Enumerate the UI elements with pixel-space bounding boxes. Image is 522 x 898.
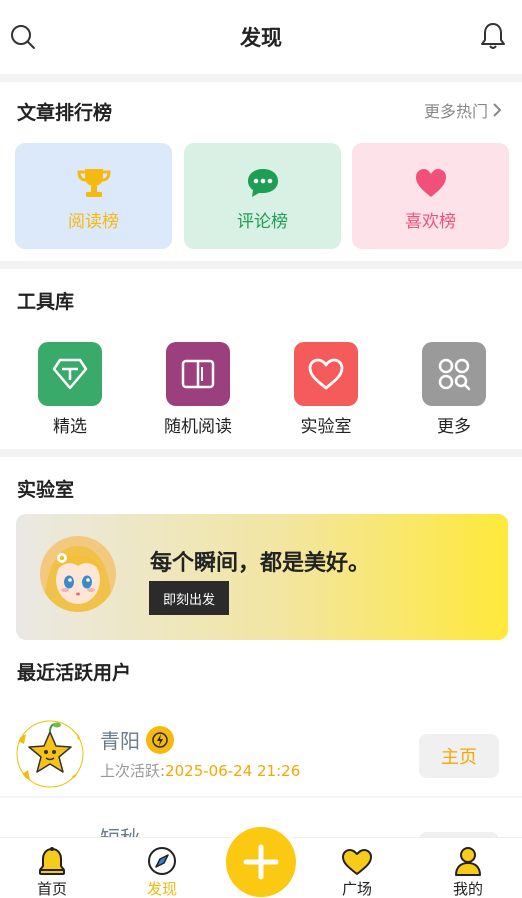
tool-lab[interactable]: 实验室: [276, 342, 376, 437]
user-avatar: [16, 720, 84, 788]
go-button[interactable]: 即刻出发: [149, 581, 229, 615]
tools-title: 工具库: [17, 291, 75, 313]
diamond-icon: [52, 358, 88, 390]
rankings-title: 文章排行榜: [17, 102, 113, 124]
user-name: 短秋: [100, 822, 140, 837]
lab-banner[interactable]: 每个瞬间，都是美好。 即刻出发: [16, 514, 508, 640]
tool-label: 实验室: [300, 417, 352, 437]
rank-card-likes[interactable]: 喜欢榜: [352, 143, 509, 249]
user-icon: [455, 847, 481, 876]
lightning-badge-icon: [146, 726, 174, 754]
heart-tab-icon: [342, 849, 372, 875]
anime-girl-avatar: [40, 536, 116, 612]
more-hot-link[interactable]: 更多热门: [424, 98, 502, 122]
rank-card-reading[interactable]: 阅读榜: [15, 143, 172, 249]
tab-label: 首页: [36, 880, 67, 898]
user-row[interactable]: 青阳 上次活跃:2025-06-24 21:26 主页: [0, 700, 522, 800]
tool-icon-box: [38, 342, 102, 406]
compass-icon: [148, 847, 176, 875]
rank-card-label: 评论榜: [237, 212, 288, 232]
divider: [0, 796, 522, 798]
tab-label: 广场: [341, 880, 372, 898]
tab-label: 发现: [146, 880, 177, 898]
tab-discover[interactable]: 发现: [127, 846, 197, 898]
user-name: 青阳: [100, 729, 140, 753]
tool-more[interactable]: 更多: [404, 342, 504, 437]
bell-home-icon: [39, 847, 65, 875]
last-active-label: 上次活跃:: [100, 762, 166, 780]
trophy-icon: [76, 169, 111, 197]
heart-icon: [415, 169, 446, 197]
lab-slogan: 每个瞬间，都是美好。: [150, 551, 371, 576]
tool-icon-box: [422, 342, 486, 406]
book-icon: [181, 359, 215, 389]
tab-label: 我的: [452, 880, 483, 898]
tool-icon-box: [294, 342, 358, 406]
page-title: 发现: [240, 26, 282, 50]
tab-home[interactable]: 首页: [17, 846, 87, 898]
add-post-button[interactable]: [222, 823, 300, 898]
divider: [0, 74, 522, 82]
last-active: 上次活跃:2025-06-24 21:26: [100, 760, 300, 781]
tool-icon-box: [166, 342, 230, 406]
active-users-title: 最近活跃用户: [17, 662, 132, 684]
tool-label: 随机阅读: [164, 417, 232, 437]
rank-card-label: 喜欢榜: [405, 212, 456, 232]
chat-bubble-icon: [247, 169, 278, 197]
last-active-time: 2025-06-24 21:26: [165, 762, 301, 780]
plus-icon: [243, 844, 279, 880]
user-home-button[interactable]: 主页: [419, 734, 499, 778]
lab-title: 实验室: [17, 479, 75, 501]
heart-outline-icon: [308, 358, 344, 390]
rank-card-comments[interactable]: 评论榜: [184, 143, 341, 249]
tab-mine[interactable]: 我的: [433, 846, 503, 898]
tab-square[interactable]: 广场: [322, 846, 392, 898]
tool-label: 精选: [53, 417, 87, 437]
divider: [0, 261, 522, 269]
more-hot-label: 更多热门: [423, 102, 488, 121]
tool-random-read[interactable]: 随机阅读: [148, 342, 248, 437]
tool-featured[interactable]: 精选: [20, 342, 120, 437]
top-bar: 发现: [0, 0, 522, 74]
bell-icon[interactable]: [480, 22, 506, 50]
rank-card-label: 阅读榜: [68, 212, 119, 232]
tool-label: 更多: [437, 417, 471, 437]
divider: [0, 449, 522, 457]
chevron-right-icon: [493, 103, 502, 117]
grid-search-icon: [438, 358, 471, 391]
